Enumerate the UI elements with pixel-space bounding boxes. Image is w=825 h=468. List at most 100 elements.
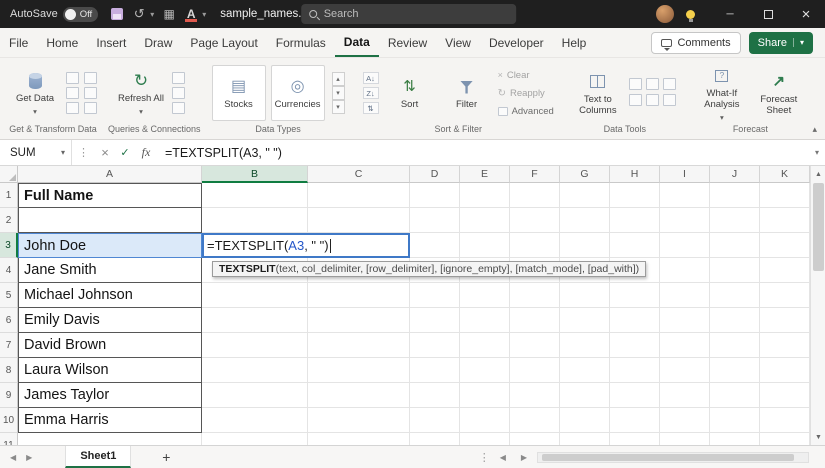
cell[interactable] [510, 433, 560, 445]
hscroll-left-icon[interactable]: ◀ [495, 453, 511, 462]
insert-function-icon[interactable]: fx [135, 145, 157, 160]
cell[interactable] [308, 358, 410, 383]
existing-connections-icon[interactable] [84, 102, 97, 114]
cell[interactable] [710, 308, 760, 333]
from-picture-icon[interactable] [84, 72, 97, 84]
cell[interactable] [560, 283, 610, 308]
cell[interactable] [202, 283, 308, 308]
row-header-6[interactable]: 6 [0, 308, 18, 333]
cell[interactable] [308, 433, 410, 445]
cell[interactable] [760, 208, 810, 233]
cell-a8[interactable]: Laura Wilson [18, 358, 202, 383]
row-header-7[interactable]: 7 [0, 333, 18, 358]
cell[interactable] [660, 408, 710, 433]
column-header-c[interactable]: C [308, 166, 410, 183]
recent-sources-icon[interactable] [84, 87, 97, 99]
stocks-button[interactable]: Stocks [211, 65, 266, 121]
column-header-e[interactable]: E [460, 166, 510, 183]
cell[interactable] [660, 233, 710, 258]
cell[interactable] [410, 283, 460, 308]
cell[interactable] [202, 333, 308, 358]
cell[interactable] [460, 333, 510, 358]
cell[interactable] [660, 308, 710, 333]
column-header-b[interactable]: B [202, 166, 308, 183]
cell[interactable] [560, 408, 610, 433]
horizontal-scroll-thumb[interactable] [542, 453, 794, 461]
cell[interactable] [460, 408, 510, 433]
cancel-icon[interactable] [95, 145, 115, 160]
cell[interactable] [410, 183, 460, 208]
cell[interactable] [610, 183, 660, 208]
cell[interactable] [202, 433, 308, 445]
cell[interactable] [308, 408, 410, 433]
vertical-scrollbar[interactable] [810, 166, 825, 445]
workbook-links-icon[interactable] [172, 102, 185, 114]
cell[interactable] [410, 233, 460, 258]
splitter-handle-icon[interactable] [479, 451, 490, 464]
row-header-4[interactable]: 4 [0, 258, 18, 283]
cell[interactable] [660, 433, 710, 445]
cell[interactable] [510, 233, 560, 258]
cell[interactable] [760, 408, 810, 433]
cell[interactable] [560, 333, 610, 358]
cell-a1[interactable]: Full Name [18, 183, 202, 208]
cell[interactable] [308, 383, 410, 408]
cell[interactable] [610, 433, 660, 445]
filter-button[interactable]: Filter [441, 75, 493, 111]
column-header-k[interactable]: K [760, 166, 810, 183]
tab-data[interactable]: Data [334, 28, 379, 57]
cell[interactable] [410, 333, 460, 358]
properties-icon[interactable] [172, 87, 185, 99]
advanced-button[interactable]: Advanced [497, 104, 554, 119]
cell[interactable] [410, 308, 460, 333]
cell[interactable] [460, 208, 510, 233]
tab-file[interactable]: File [0, 28, 37, 57]
cell-a4[interactable]: Jane Smith [18, 258, 202, 283]
cell[interactable] [660, 208, 710, 233]
column-header-d[interactable]: D [410, 166, 460, 183]
undo-icon[interactable] [130, 4, 148, 24]
tab-help[interactable]: Help [553, 28, 596, 57]
remove-duplicates-icon[interactable] [645, 78, 659, 90]
cell[interactable] [760, 308, 810, 333]
row-header-5[interactable]: 5 [0, 283, 18, 308]
cell[interactable] [760, 258, 810, 283]
cell[interactable] [460, 308, 510, 333]
row-header-1[interactable]: 1 [0, 183, 18, 208]
row-header-2[interactable]: 2 [0, 208, 18, 233]
font-color-dropdown-icon[interactable] [202, 10, 206, 19]
save-icon[interactable] [108, 4, 126, 24]
cell[interactable] [308, 308, 410, 333]
queries-connections-icon[interactable] [172, 72, 185, 84]
cell[interactable] [610, 233, 660, 258]
cell[interactable] [460, 233, 510, 258]
cell[interactable] [660, 358, 710, 383]
cell[interactable] [308, 183, 410, 208]
cell[interactable] [460, 358, 510, 383]
tab-draw[interactable]: Draw [135, 28, 181, 57]
cell[interactable] [202, 208, 308, 233]
cell[interactable] [760, 358, 810, 383]
cell[interactable] [610, 308, 660, 333]
cell[interactable] [760, 183, 810, 208]
cell[interactable] [560, 208, 610, 233]
sheet-nav-left-icon[interactable]: ◀ [0, 453, 21, 462]
cell-b3-editing[interactable]: =TEXTSPLIT(A3, " ") [202, 233, 410, 258]
avatar[interactable] [656, 5, 674, 23]
undo-dropdown-icon[interactable] [150, 10, 154, 19]
cell[interactable] [560, 383, 610, 408]
cell[interactable] [560, 358, 610, 383]
data-validation-icon[interactable] [662, 78, 676, 90]
sort-za-icon[interactable]: Z↓ [362, 87, 379, 99]
cell[interactable] [760, 383, 810, 408]
cell[interactable] [710, 383, 760, 408]
cell[interactable] [710, 358, 760, 383]
font-color-icon[interactable] [182, 4, 200, 24]
search-input[interactable] [323, 8, 484, 20]
cell[interactable] [710, 258, 760, 283]
autosave-toggle[interactable]: Off [62, 6, 99, 22]
add-sheet-button[interactable]: + [157, 449, 175, 465]
cell[interactable] [760, 283, 810, 308]
lightbulb-icon[interactable] [686, 9, 695, 22]
cell[interactable] [460, 433, 510, 445]
